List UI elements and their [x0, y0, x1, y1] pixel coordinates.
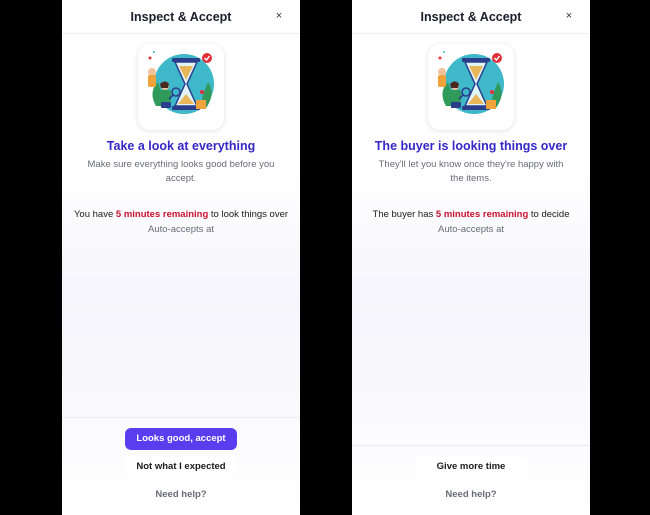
- time-remaining-highlight: 5 minutes remaining: [435, 209, 529, 220]
- give-more-time-button[interactable]: Give more time: [415, 457, 527, 477]
- time-remaining-text: The buyer has 5 minutes remaining to dec…: [352, 209, 590, 220]
- close-icon[interactable]: ×: [562, 8, 576, 24]
- panel-subtext: Make sure everything looks good before y…: [87, 159, 275, 184]
- inspect-accept-panel-buyer: Inspect & Accept × Take a look at everyt…: [62, 0, 300, 515]
- timer-prefix: You have: [73, 209, 116, 220]
- need-help-link[interactable]: Need help?: [62, 489, 300, 500]
- close-icon[interactable]: ×: [272, 8, 286, 24]
- footer-divider: [352, 445, 590, 446]
- auto-accept-label: Auto-accepts at: [147, 224, 214, 235]
- timer-prefix: The buyer has: [372, 209, 436, 220]
- timer-suffix: to look things over: [208, 209, 289, 220]
- not-expected-button[interactable]: Not what I expected: [125, 457, 237, 477]
- panel-heading: The buyer is looking things over: [374, 139, 568, 153]
- modal-header: Inspect & Accept ×: [352, 0, 590, 34]
- timer-suffix: to decide: [528, 209, 570, 220]
- modal-title: Inspect & Accept: [130, 10, 232, 24]
- panel-heading: Take a look at everything: [106, 139, 256, 153]
- hourglass-illustration: [428, 44, 514, 130]
- modal-header: Inspect & Accept ×: [62, 0, 300, 34]
- modal-title: Inspect & Accept: [420, 10, 522, 24]
- footer-divider: [62, 417, 300, 418]
- accept-button[interactable]: Looks good, accept: [125, 428, 237, 450]
- hourglass-illustration: [138, 44, 224, 130]
- panel-subtext: They'll let you know once they're happy …: [378, 159, 564, 184]
- auto-accept-label: Auto-accepts at: [437, 224, 504, 235]
- need-help-link[interactable]: Need help?: [352, 489, 590, 500]
- time-remaining-text: You have 5 minutes remaining to look thi…: [62, 209, 300, 220]
- time-remaining-highlight: 5 minutes remaining: [115, 209, 209, 220]
- inspect-accept-panel-seller: Inspect & Accept × The buyer is looking …: [352, 0, 590, 515]
